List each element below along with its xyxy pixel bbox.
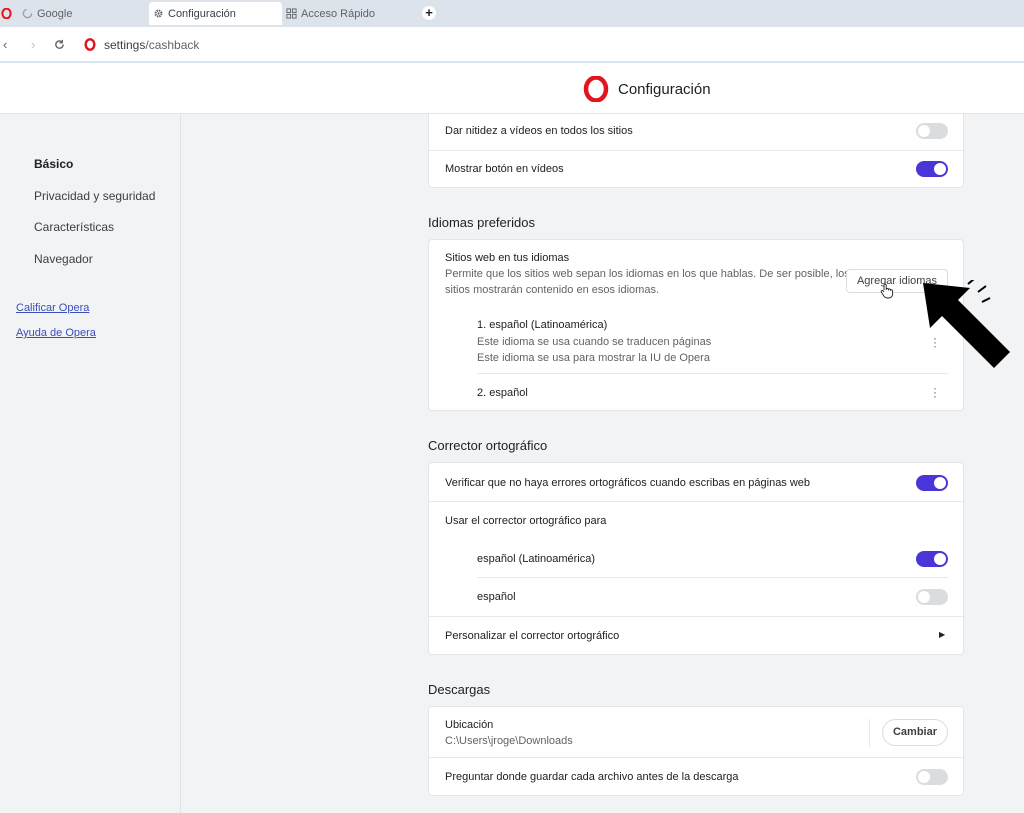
divider (869, 719, 870, 747)
divider (477, 577, 948, 578)
rate-opera-link[interactable]: Calificar Opera (16, 302, 89, 314)
address-bar: ‹ › settings/cashback (0, 27, 1024, 63)
tab-label: Acceso Rápido (301, 7, 375, 20)
back-icon[interactable]: ‹ (3, 37, 7, 52)
languages-section-title: Idiomas preferidos (428, 215, 535, 230)
tab-configuracion[interactable]: Configuración (149, 2, 282, 25)
forward-icon[interactable]: › (31, 37, 35, 52)
video-button-label: Mostrar botón en vídeos (445, 163, 564, 175)
divider (429, 501, 965, 502)
reload-icon[interactable] (54, 39, 65, 50)
tab-label: Google (37, 7, 73, 20)
chevron-right-icon[interactable]: ▶ (939, 630, 945, 639)
downloads-card: Ubicación C:\Users\jroge\Downloads Cambi… (428, 706, 965, 796)
spellcheck-language-toggle[interactable] (916, 551, 948, 567)
sidebar-item-basico[interactable]: Básico (34, 157, 73, 171)
download-location-value: C:\Users\jroge\Downloads (445, 735, 573, 747)
settings-header: Configuración (0, 63, 1024, 114)
page-title: Configuración (618, 81, 711, 98)
opera-logo-icon (583, 76, 609, 102)
sites-languages-title: Sitios web en tus idiomas (445, 252, 570, 264)
sharpen-video-label: Dar nitidez a vídeos en todos los sitios (445, 125, 633, 137)
sidebar-item-caracteristicas[interactable]: Características (34, 220, 114, 234)
tab-label: Configuración (168, 7, 236, 20)
settings-main: Dar nitidez a vídeos en todos los sitios… (181, 114, 1024, 813)
spellcheck-verify-label: Verificar que no haya errores ortográfic… (445, 477, 811, 489)
more-options-icon[interactable]: · · · (930, 382, 940, 402)
language-item-note: Este idioma se usa cuando se traducen pá… (477, 336, 712, 348)
ask-download-label: Preguntar donde guardar cada archivo ant… (445, 771, 739, 783)
hand-cursor-icon (880, 283, 894, 299)
downloads-section-title: Descargas (428, 682, 491, 697)
url-path: /cashback (145, 38, 200, 52)
gear-icon (154, 9, 163, 18)
new-tab-button[interactable]: + (422, 6, 436, 20)
opera-logo-icon (84, 38, 96, 51)
divider (429, 757, 965, 758)
spellcheck-language-label: español (Latinoamérica) (477, 553, 596, 565)
spellcheck-use-for-label: Usar el corrector ortográfico para (445, 515, 607, 527)
url-field[interactable]: settings/cashback (104, 38, 199, 52)
sites-languages-desc: Permite que los sitios web sepan los idi… (445, 268, 850, 296)
spellcheck-section-title: Corrector ortográfico (428, 438, 548, 453)
video-card: Dar nitidez a vídeos en todos los sitios… (428, 114, 965, 188)
video-button-toggle[interactable] (916, 161, 948, 177)
language-item-label: 1. español (Latinoamérica) (477, 319, 608, 331)
spellcheck-card: Verificar que no haya errores ortográfic… (428, 462, 965, 655)
divider (429, 616, 965, 617)
grid-icon (286, 8, 297, 19)
sidebar: Básico Privacidad y seguridad Caracterís… (0, 114, 181, 813)
download-location-label: Ubicación (445, 719, 494, 731)
divider (429, 150, 965, 151)
loading-icon (22, 8, 33, 19)
tab-google[interactable]: Google (0, 2, 140, 25)
sidebar-item-navegador[interactable]: Navegador (34, 252, 93, 266)
spellcheck-verify-toggle[interactable] (916, 475, 948, 491)
ask-download-toggle[interactable] (916, 769, 948, 785)
opera-logo-icon (1, 8, 12, 19)
language-item-note: Este idioma se usa para mostrar la IU de… (477, 352, 710, 364)
url-host: settings (104, 38, 146, 52)
spellcheck-language-toggle[interactable] (916, 589, 948, 605)
opera-help-link[interactable]: Ayuda de Opera (16, 327, 96, 339)
tab-strip: Google Configuración Acceso Rápido + (0, 0, 1024, 27)
arrow-annotation-icon (923, 280, 1010, 368)
sidebar-item-privacidad[interactable]: Privacidad y seguridad (34, 189, 155, 203)
language-item-label: 2. español (477, 387, 528, 399)
languages-card: Sitios web en tus idiomas Permite que lo… (428, 239, 964, 411)
spellcheck-language-label: español (477, 591, 516, 603)
change-location-button[interactable]: Cambiar (882, 719, 948, 746)
tab-acceso-rapido[interactable]: Acceso Rápido (286, 2, 416, 25)
sharpen-video-toggle[interactable] (916, 123, 948, 139)
divider (477, 373, 948, 374)
customize-spellcheck-label[interactable]: Personalizar el corrector ortográfico (445, 630, 619, 642)
